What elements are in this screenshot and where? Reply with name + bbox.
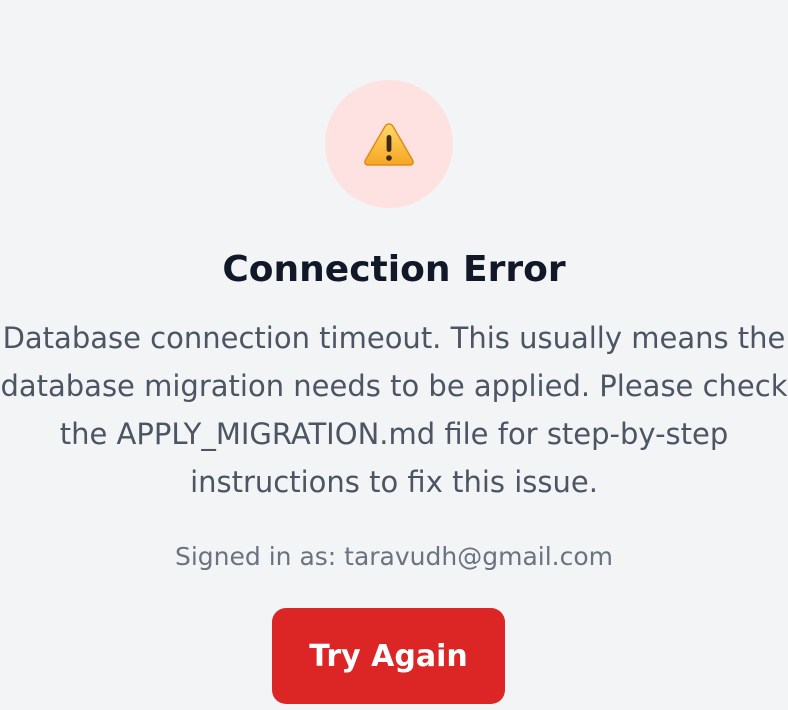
error-message-line: the APPLY_MIGRATION.md file for step-by-…: [59, 417, 729, 451]
error-title: Connection Error: [222, 249, 566, 290]
warning-icon-circle: [325, 80, 453, 208]
warning-icon: [364, 123, 414, 166]
error-message-line: database migration needs to be applied. …: [0, 369, 788, 403]
error-message-line: instructions to fix this issue.: [190, 465, 598, 499]
try-again-button[interactable]: Try Again: [272, 608, 505, 704]
error-message: Database connection timeout. This usuall…: [0, 314, 788, 506]
error-message-line: Database connection timeout. This usuall…: [2, 321, 786, 355]
error-page: Connection Error Database connection tim…: [0, 0, 788, 710]
signed-in-text: Signed in as: taravudh@gmail.com: [174, 542, 614, 571]
